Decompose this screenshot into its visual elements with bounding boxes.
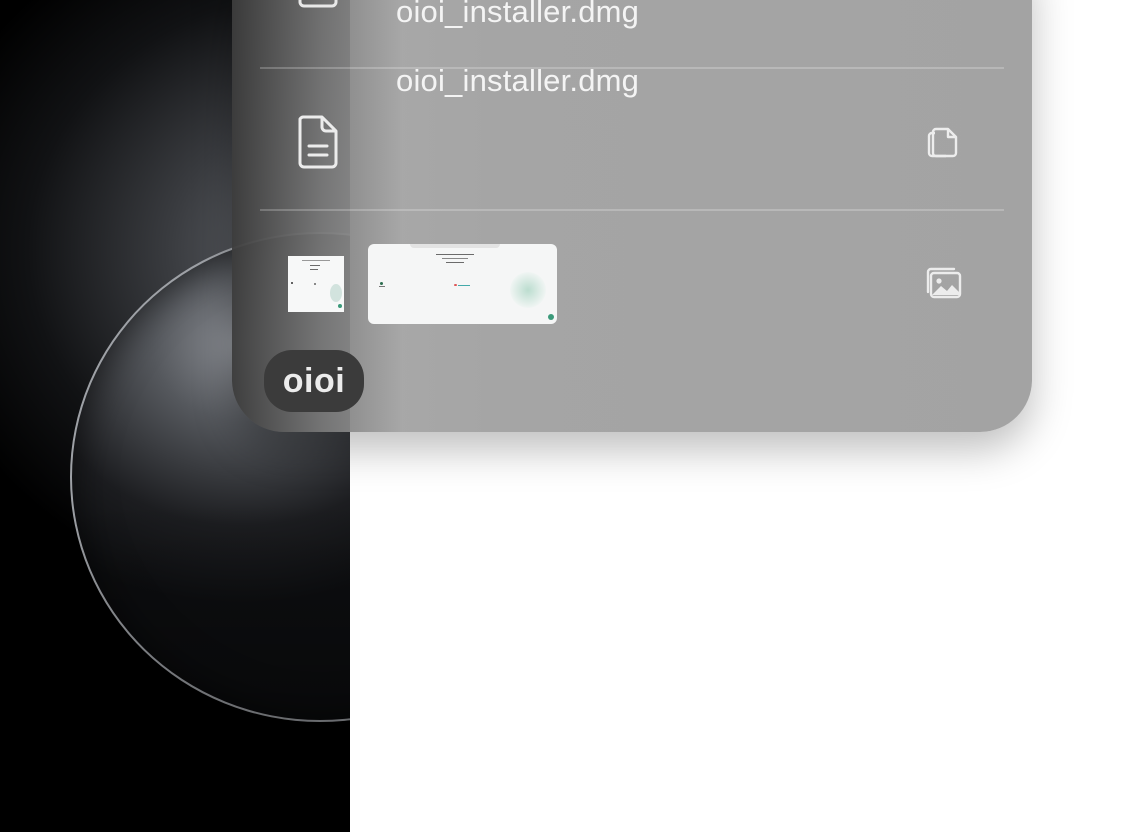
image-thumbnail-large[interactable] xyxy=(368,244,557,324)
document-icon xyxy=(298,0,338,8)
clipboard-item[interactable]: oioi_installer.dmg xyxy=(260,0,1004,68)
photos-icon[interactable] xyxy=(924,264,964,304)
copy-files-icon[interactable] xyxy=(924,121,964,161)
file-name: oioi_installer.dmg xyxy=(396,63,640,98)
document-icon xyxy=(298,115,338,169)
clipboard-panel: oioi_installer.dmg oioi_installer.dmg oi… xyxy=(232,0,1032,432)
image-thumbnail-small xyxy=(288,256,344,312)
screen: oioi_installer.dmg oioi_installer.dmg oi… xyxy=(0,0,1122,832)
app-badge[interactable]: oioi xyxy=(264,350,364,412)
file-name: oioi_installer.dmg xyxy=(396,0,640,29)
clipboard-item[interactable]: oioi_installer.dmg xyxy=(260,63,1004,209)
